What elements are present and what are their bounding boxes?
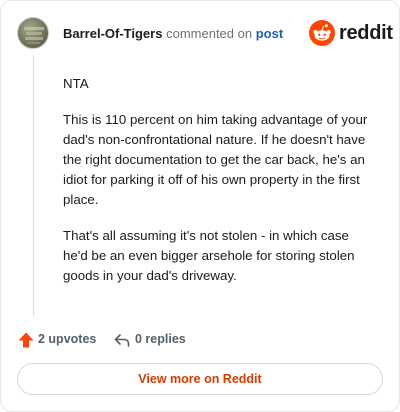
reddit-alien-icon [309,20,335,46]
thread-line [33,55,34,316]
comment-paragraph: NTA [63,76,89,91]
post-link[interactable]: post [256,26,283,41]
upvote-arrow-icon [18,332,34,348]
username-link[interactable]: Barrel-Of-Tigers [63,26,162,41]
view-more-button[interactable]: View more on Reddit [17,363,383,395]
reddit-logo[interactable]: reddit [309,20,393,46]
upvote-count: 2 upvotes [38,332,97,346]
reply-count: 0 replies [135,332,186,346]
comment-body: NTA This is 110 percent on him taking ad… [63,74,377,302]
user-avatar[interactable] [17,17,49,49]
reddit-wordmark: reddit [339,22,393,44]
comment-footer: 2 upvotes 0 replies [17,330,317,350]
comment-paragraph: That's all assuming it's not stolen - in… [63,228,355,283]
comment-paragraph: This is 110 percent on him taking advant… [63,112,368,207]
comment-embed-card: Barrel-Of-Tigers commented on post reddi… [0,0,400,412]
avatar-texture [24,27,44,44]
reply-arrow-icon [114,334,130,347]
comment-meta: Barrel-Of-Tigers commented on post [63,26,283,42]
comment-header: Barrel-Of-Tigers commented on post reddi… [17,15,393,51]
action-text: commented on [166,26,253,41]
